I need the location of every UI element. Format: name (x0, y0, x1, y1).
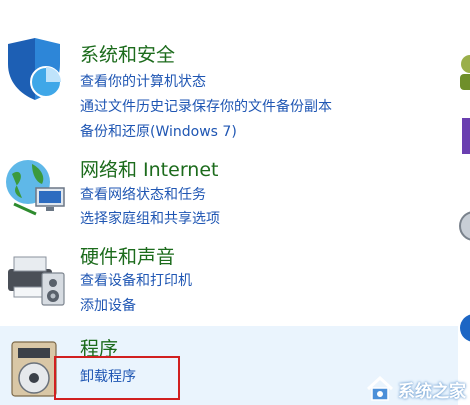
link-backup-restore[interactable]: 备份和还原(Windows 7) (80, 121, 237, 141)
category-title-network-internet[interactable]: 网络和 Internet (80, 155, 218, 182)
category-hardware-sound: 硬件和声音 查看设备和打印机 添加设备 (0, 235, 458, 325)
link-file-history-backup[interactable]: 通过文件历史记录保存你的文件备份副本 (80, 96, 332, 116)
category-title-hardware-sound[interactable]: 硬件和声音 (80, 242, 175, 269)
globe-network-icon (6, 160, 65, 216)
category-system-security: 系统和安全 查看你的计算机状态 通过文件历史记录保存你的文件备份副本 备份和还原… (0, 0, 458, 150)
ease-of-access-icon (460, 314, 470, 342)
uninstall-highlight-box (54, 356, 180, 400)
category-network-internet: 网络和 Internet 查看网络状态和任务 选择家庭组和共享选项 (0, 150, 458, 235)
user-accounts-icon (460, 55, 470, 90)
link-view-computer-status[interactable]: 查看你的计算机状态 (80, 71, 206, 91)
clock-region-icon (459, 211, 470, 241)
link-add-device[interactable]: 添加设备 (80, 295, 136, 315)
link-homegroup-sharing[interactable]: 选择家庭组和共享选项 (80, 208, 220, 228)
house-logo-icon (366, 376, 394, 401)
category-title-system-security[interactable]: 系统和安全 (80, 40, 175, 67)
link-devices-printers[interactable]: 查看设备和打印机 (80, 270, 192, 290)
shield-icon (8, 38, 62, 100)
watermark: 系统之家 (366, 375, 466, 403)
appearance-icon (462, 118, 470, 154)
watermark-text: 系统之家 (398, 381, 466, 402)
link-view-network-status[interactable]: 查看网络状态和任务 (80, 184, 206, 204)
printer-speaker-icon (8, 256, 65, 306)
